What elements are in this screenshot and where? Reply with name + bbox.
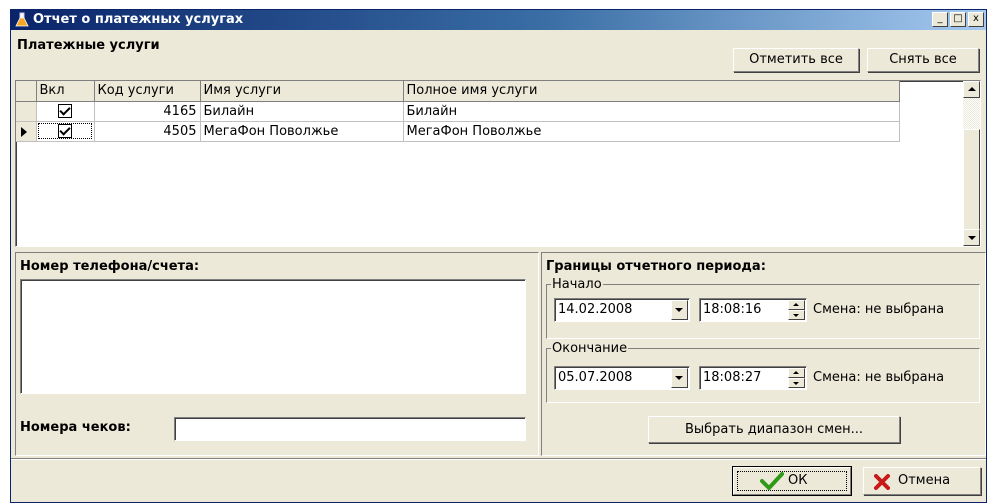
window-title: Отчет о платежных услугах [33, 12, 244, 27]
grid-vertical-scrollbar[interactable] [963, 81, 980, 246]
report-dialog: Отчет о платежных услугах _ □ x Платежны… [10, 9, 987, 503]
maximize-button[interactable]: □ [950, 12, 966, 27]
row-indicator [16, 101, 37, 122]
service-name: Билайн [200, 101, 404, 122]
column-header-code[interactable]: Код услуги [94, 81, 201, 102]
end-time-spinner[interactable]: 18:08:27 [699, 366, 807, 390]
enabled-checkbox[interactable] [58, 104, 72, 118]
end-legend: Окончание [552, 341, 628, 356]
minimize-button[interactable]: _ [932, 12, 948, 27]
checkmark-icon [760, 472, 784, 490]
column-header-full-name[interactable]: Полное имя услуги [403, 81, 900, 102]
flask-icon [15, 12, 29, 27]
column-header-enabled[interactable]: Вкл [36, 81, 95, 102]
spin-down-button[interactable] [788, 310, 805, 320]
start-time-value: 18:08:16 [703, 302, 762, 317]
start-time-spin-buttons[interactable] [788, 300, 805, 320]
arrow-down-icon [793, 382, 799, 385]
chevron-down-icon [675, 376, 683, 380]
arrow-down-icon [793, 314, 799, 317]
scroll-down-button[interactable] [963, 229, 980, 246]
service-code: 4165 [94, 101, 201, 122]
start-date-picker[interactable]: 14.02.2008 [554, 298, 690, 322]
grid-header-row: Вкл Код услуги Имя услуги Полное имя усл… [16, 81, 900, 102]
phone-textarea[interactable] [20, 279, 526, 394]
services-table: Вкл Код услуги Имя услуги Полное имя усл… [16, 81, 900, 142]
close-x-icon [874, 474, 890, 490]
arrow-up-icon [793, 303, 799, 306]
end-date-picker[interactable]: 05.07.2008 [554, 366, 690, 390]
end-time-spin-buttons[interactable] [788, 368, 805, 388]
start-shift-label: Смена: не выбрана [813, 302, 945, 317]
spin-down-button[interactable] [788, 378, 805, 388]
table-row[interactable]: 4165 Билайн Билайн [16, 101, 900, 122]
scroll-thumb[interactable] [963, 129, 980, 230]
title-bar[interactable]: Отчет о платежных услугах _ □ x [11, 10, 986, 30]
service-full-name: Билайн [403, 101, 900, 122]
start-legend: Начало [552, 277, 602, 292]
ok-label: ОК [788, 473, 808, 488]
clear-all-button[interactable]: Снять все [867, 48, 979, 72]
services-heading: Платежные услуги [17, 38, 160, 53]
scroll-up-button[interactable] [963, 81, 980, 98]
enabled-checkbox[interactable] [58, 124, 72, 138]
start-date-value: 14.02.2008 [558, 302, 633, 317]
period-panel: Границы отчетного периода: Начало 14.02.… [541, 252, 986, 456]
chevron-down-icon [675, 308, 683, 312]
column-header-name[interactable]: Имя услуги [200, 81, 404, 102]
arrow-down-icon [968, 236, 976, 240]
cancel-label: Отмена [898, 473, 951, 488]
end-date-dropdown-button[interactable] [671, 368, 688, 388]
select-shift-range-button[interactable]: Выбрать диапазон смен... [648, 416, 900, 443]
spin-up-button[interactable] [788, 368, 805, 378]
ok-button[interactable]: ОК [732, 466, 852, 496]
end-date-value: 05.07.2008 [558, 370, 633, 385]
service-full-name: МегаФон Поволжье [403, 121, 900, 142]
spin-up-button[interactable] [788, 300, 805, 310]
row-indicator-header [16, 81, 37, 102]
end-time-value: 18:08:27 [703, 370, 762, 385]
start-time-spinner[interactable]: 18:08:16 [699, 298, 807, 322]
period-heading: Границы отчетного периода: [546, 259, 766, 274]
services-grid[interactable]: Вкл Код услуги Имя услуги Полное имя усл… [15, 80, 981, 247]
select-all-button[interactable]: Отметить все [733, 48, 859, 72]
arrow-up-icon [968, 87, 976, 91]
row-indicator [16, 121, 37, 142]
end-shift-label: Смена: не выбрана [813, 370, 945, 385]
service-name: МегаФон Поволжье [200, 121, 404, 142]
start-date-dropdown-button[interactable] [671, 300, 688, 320]
arrow-up-icon [793, 371, 799, 374]
phone-label: Номер телефона/счета: [20, 259, 200, 274]
service-code: 4505 [94, 121, 201, 142]
close-button[interactable]: x [968, 12, 984, 27]
receipts-label: Номера чеков: [20, 420, 131, 435]
account-panel: Номер телефона/счета: Номера чеков: [15, 252, 539, 456]
current-row-arrow-icon [21, 126, 27, 137]
footer-separator [11, 458, 986, 460]
receipts-input[interactable] [174, 417, 526, 441]
table-row[interactable]: 4505 МегаФон Поволжье МегаФон Поволжье [16, 121, 900, 142]
cancel-button[interactable]: Отмена [863, 467, 981, 495]
